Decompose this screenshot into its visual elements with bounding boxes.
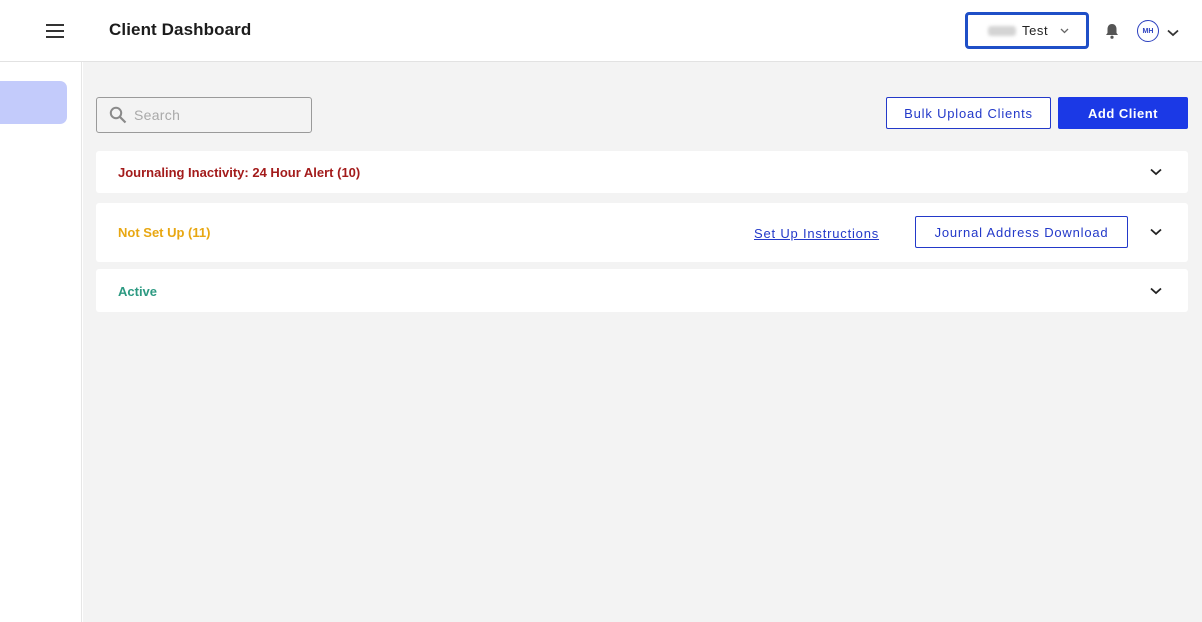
menu-icon xyxy=(46,24,64,38)
search-icon xyxy=(109,106,127,124)
panel-active[interactable]: Active xyxy=(96,269,1188,312)
panel-title: Not Set Up (11) xyxy=(118,225,211,240)
main-content: Bulk Upload Clients Add Client Journalin… xyxy=(83,62,1202,622)
organization-name: Test xyxy=(1022,23,1049,38)
search-input[interactable] xyxy=(134,107,304,123)
menu-button[interactable] xyxy=(40,16,70,46)
sidebar xyxy=(0,62,82,622)
search-box xyxy=(96,97,312,133)
chevron-down-icon[interactable] xyxy=(1150,287,1162,295)
panel-title: Journaling Inactivity: 24 Hour Alert (10… xyxy=(118,165,361,180)
panel-journaling-inactivity[interactable]: Journaling Inactivity: 24 Hour Alert (10… xyxy=(96,151,1188,193)
journal-address-download-button[interactable]: Journal Address Download xyxy=(915,216,1128,248)
chevron-down-icon[interactable] xyxy=(1150,228,1162,236)
top-bar: Client Dashboard Test MH xyxy=(0,0,1202,62)
page-title: Client Dashboard xyxy=(109,20,252,39)
panel-title: Active xyxy=(118,284,158,299)
organization-selector[interactable]: Test xyxy=(965,12,1089,49)
bulk-upload-clients-button[interactable]: Bulk Upload Clients xyxy=(886,97,1051,129)
bell-icon xyxy=(1106,24,1118,39)
chevron-down-icon[interactable] xyxy=(1150,168,1162,176)
user-avatar[interactable]: MH xyxy=(1137,20,1159,42)
panel-not-set-up[interactable]: Not Set Up (11) Set Up Instructions Jour… xyxy=(96,203,1188,262)
chevron-down-icon xyxy=(1060,28,1069,34)
set-up-instructions-link[interactable]: Set Up Instructions xyxy=(754,226,879,241)
add-client-button[interactable]: Add Client xyxy=(1058,97,1188,129)
sidebar-item-active[interactable] xyxy=(0,81,67,124)
redacted-org-prefix xyxy=(988,25,1016,36)
user-menu-chevron-down-icon[interactable] xyxy=(1167,24,1179,42)
notification-bell-button[interactable] xyxy=(1103,22,1121,40)
